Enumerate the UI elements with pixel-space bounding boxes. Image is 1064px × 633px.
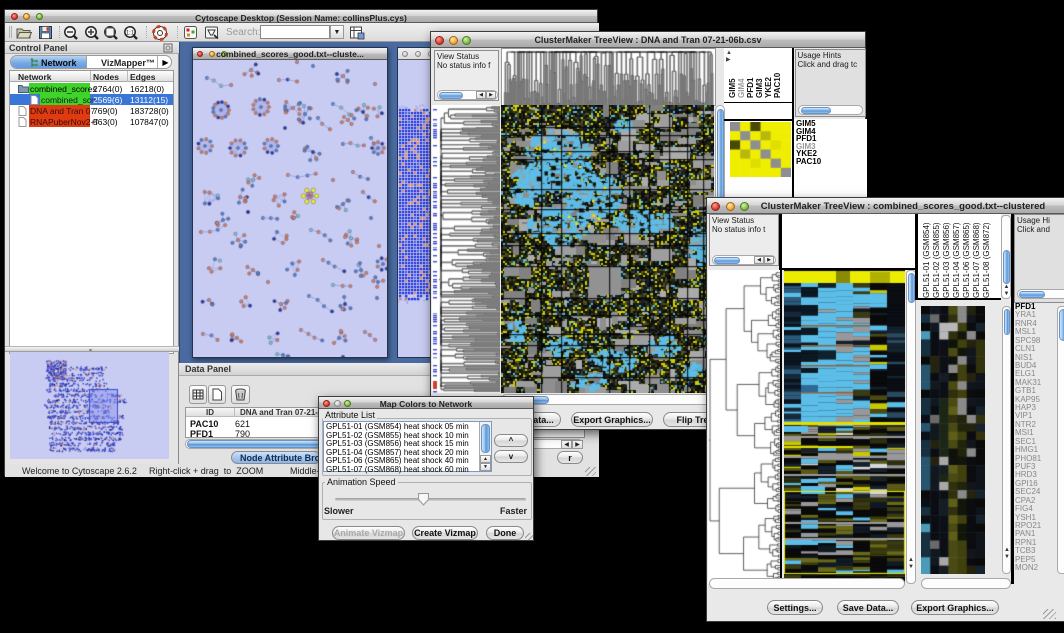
svg-text:1:1: 1:1 [126, 31, 135, 37]
